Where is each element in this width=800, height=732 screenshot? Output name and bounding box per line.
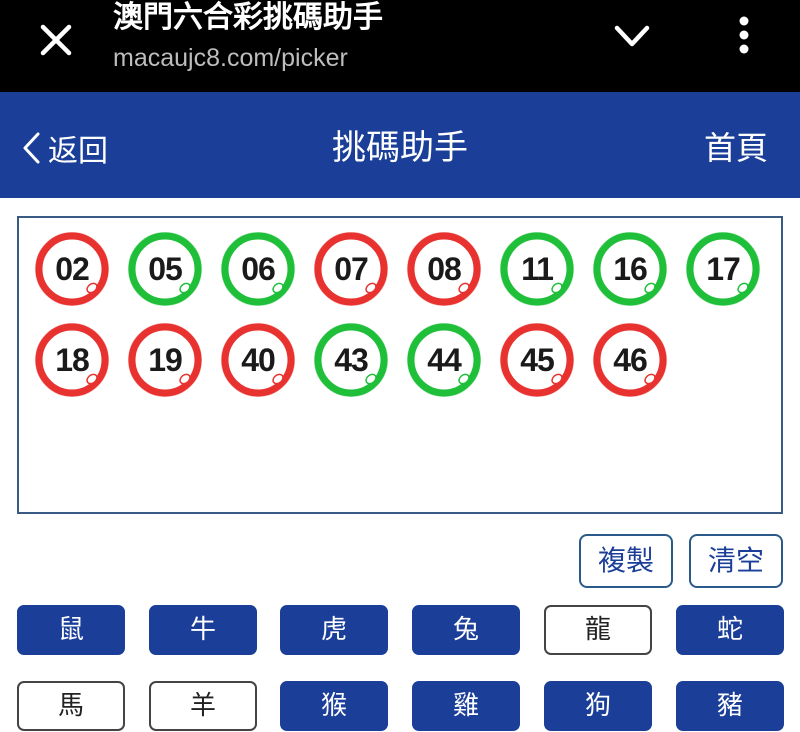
ball-number: 46 [613, 342, 648, 378]
number-ball[interactable]: 07 [314, 232, 388, 306]
zodiac-button[interactable]: 鼠 [17, 605, 125, 655]
number-ball[interactable]: 19 [128, 323, 202, 397]
number-ball[interactable]: 46 [593, 323, 667, 397]
ball-number: 11 [521, 251, 554, 287]
number-ball[interactable]: 16 [593, 232, 667, 306]
browser-page-title: 澳門六合彩挑碼助手 [113, 0, 383, 35]
ball-number: 16 [613, 251, 648, 287]
number-ball[interactable]: 08 [407, 232, 481, 306]
zodiac-button[interactable]: 雞 [412, 681, 520, 731]
zodiac-button[interactable]: 牛 [149, 605, 257, 655]
ball-number: 17 [706, 251, 741, 287]
clear-button[interactable]: 清空 [689, 534, 783, 588]
number-ball[interactable]: 11 [500, 232, 574, 306]
page-title: 挑碼助手 [332, 128, 468, 168]
ball-number: 08 [427, 251, 462, 287]
home-button[interactable]: 首頁 [704, 128, 768, 168]
zodiac-button[interactable]: 龍 [544, 605, 652, 655]
ball-number: 07 [334, 251, 369, 287]
browser-url[interactable]: macaujc8.com/picker [113, 42, 348, 74]
browser-toolbar: 澳門六合彩挑碼助手 macaujc8.com/picker [0, 0, 800, 92]
zodiac-button[interactable]: 馬 [17, 681, 125, 731]
ball-number: 06 [241, 251, 276, 287]
selected-numbers-panel: 02 05 06 07 08 11 16 17 18 19 40 43 44 45 46 [17, 216, 783, 514]
number-ball[interactable]: 05 [128, 232, 202, 306]
number-ball[interactable]: 02 [35, 232, 109, 306]
app-header: 返回 挑碼助手 首頁 [0, 92, 800, 198]
ball-number: 05 [148, 251, 183, 287]
more-vert-icon[interactable] [720, 10, 768, 62]
zodiac-button[interactable]: 羊 [149, 681, 257, 731]
number-ball[interactable]: 17 [686, 232, 760, 306]
ball-grid: 02 05 06 07 08 11 16 17 18 19 40 43 44 45 46 [35, 232, 775, 414]
number-ball[interactable]: 18 [35, 323, 109, 397]
number-ball[interactable]: 45 [500, 323, 574, 397]
ball-number: 40 [241, 342, 276, 378]
number-ball[interactable]: 43 [314, 323, 388, 397]
number-ball[interactable]: 06 [221, 232, 295, 306]
close-icon[interactable] [30, 14, 82, 66]
ball-number: 43 [334, 342, 369, 378]
chevron-down-icon[interactable] [606, 14, 658, 60]
zodiac-button[interactable]: 虎 [280, 605, 388, 655]
ball-number: 02 [55, 251, 90, 287]
number-ball[interactable]: 40 [221, 323, 295, 397]
number-ball[interactable]: 44 [407, 323, 481, 397]
copy-button[interactable]: 複製 [579, 534, 673, 588]
zodiac-button[interactable]: 豬 [676, 681, 784, 731]
zodiac-button[interactable]: 兔 [412, 605, 520, 655]
ball-number: 18 [55, 342, 90, 378]
ball-number: 44 [427, 342, 462, 378]
zodiac-button[interactable]: 狗 [544, 681, 652, 731]
ball-number: 19 [148, 342, 183, 378]
zodiac-button[interactable]: 猴 [280, 681, 388, 731]
zodiac-button[interactable]: 蛇 [676, 605, 784, 655]
ball-number: 45 [520, 342, 555, 378]
